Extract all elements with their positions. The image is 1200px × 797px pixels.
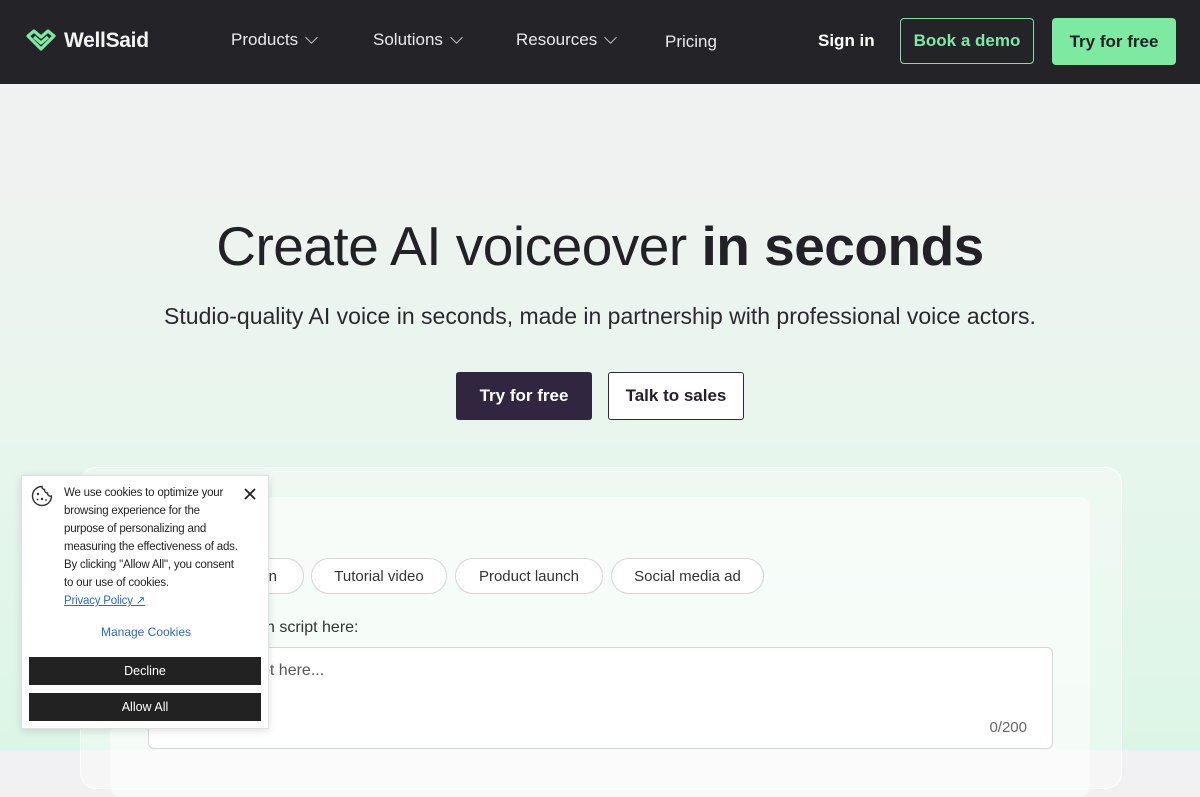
hero-title: Create AI voiceover in seconds	[0, 214, 1200, 278]
privacy-policy-link[interactable]: Privacy Policy ↗	[64, 595, 145, 607]
cookie-icon	[31, 485, 53, 512]
chevron-down-icon	[450, 30, 463, 44]
manage-cookies-link[interactable]: Manage Cookies	[22, 625, 270, 639]
nav-item-solutions[interactable]: Solutions	[373, 30, 463, 50]
script-placeholder: pt here...	[261, 662, 325, 679]
top-navigation-bar: WellSaid Products Solutions Resources Pr…	[0, 0, 1200, 84]
chevron-down-icon	[604, 30, 618, 44]
chip-social-media-ad[interactable]: Social media ad	[611, 558, 764, 594]
nav-item-products[interactable]: Products	[231, 30, 318, 50]
allow-all-button[interactable]: Allow All	[29, 693, 261, 721]
try-free-nav-button[interactable]: Try for free	[1052, 18, 1176, 65]
wellsaid-logo-icon	[26, 29, 56, 51]
nav-item-pricing[interactable]: Pricing	[665, 32, 717, 52]
nav-item-resources[interactable]: Resources	[516, 30, 618, 50]
nav-item-label: Solutions	[373, 30, 443, 49]
hero-title-bold: in seconds	[701, 215, 984, 277]
script-label: vn script here:	[258, 619, 359, 636]
cookie-message-text: We use cookies to optimize your browsing…	[64, 487, 238, 589]
talk-to-sales-button[interactable]: Talk to sales	[608, 372, 744, 420]
book-demo-button[interactable]: Book a demo	[900, 18, 1034, 64]
brand-name: WellSaid	[64, 29, 149, 52]
character-count: 0/200	[989, 719, 1027, 736]
close-icon[interactable]	[242, 486, 258, 507]
nav-item-label: Resources	[516, 30, 598, 49]
cookie-consent-banner: We use cookies to optimize your browsing…	[21, 475, 269, 729]
sign-in-link[interactable]: Sign in	[818, 31, 875, 51]
script-input[interactable]: pt here... 0/200	[148, 647, 1053, 749]
chip-product-launch[interactable]: Product launch	[455, 558, 603, 594]
try-free-hero-button[interactable]: Try for free	[456, 372, 592, 420]
nav-item-label: Products	[231, 30, 299, 49]
decline-button[interactable]: Decline	[29, 657, 261, 685]
chip-tutorial-video[interactable]: Tutorial video	[311, 558, 447, 594]
wellsaid-logo[interactable]: WellSaid	[24, 28, 149, 54]
chevron-down-icon	[305, 30, 318, 44]
nav-item-label: Pricing	[665, 32, 717, 51]
hero-title-regular: Create AI voiceover	[216, 215, 702, 277]
hero-subtitle: Studio-quality AI voice in seconds, made…	[164, 303, 1036, 329]
cookie-message: We use cookies to optimize your browsing…	[64, 484, 242, 610]
